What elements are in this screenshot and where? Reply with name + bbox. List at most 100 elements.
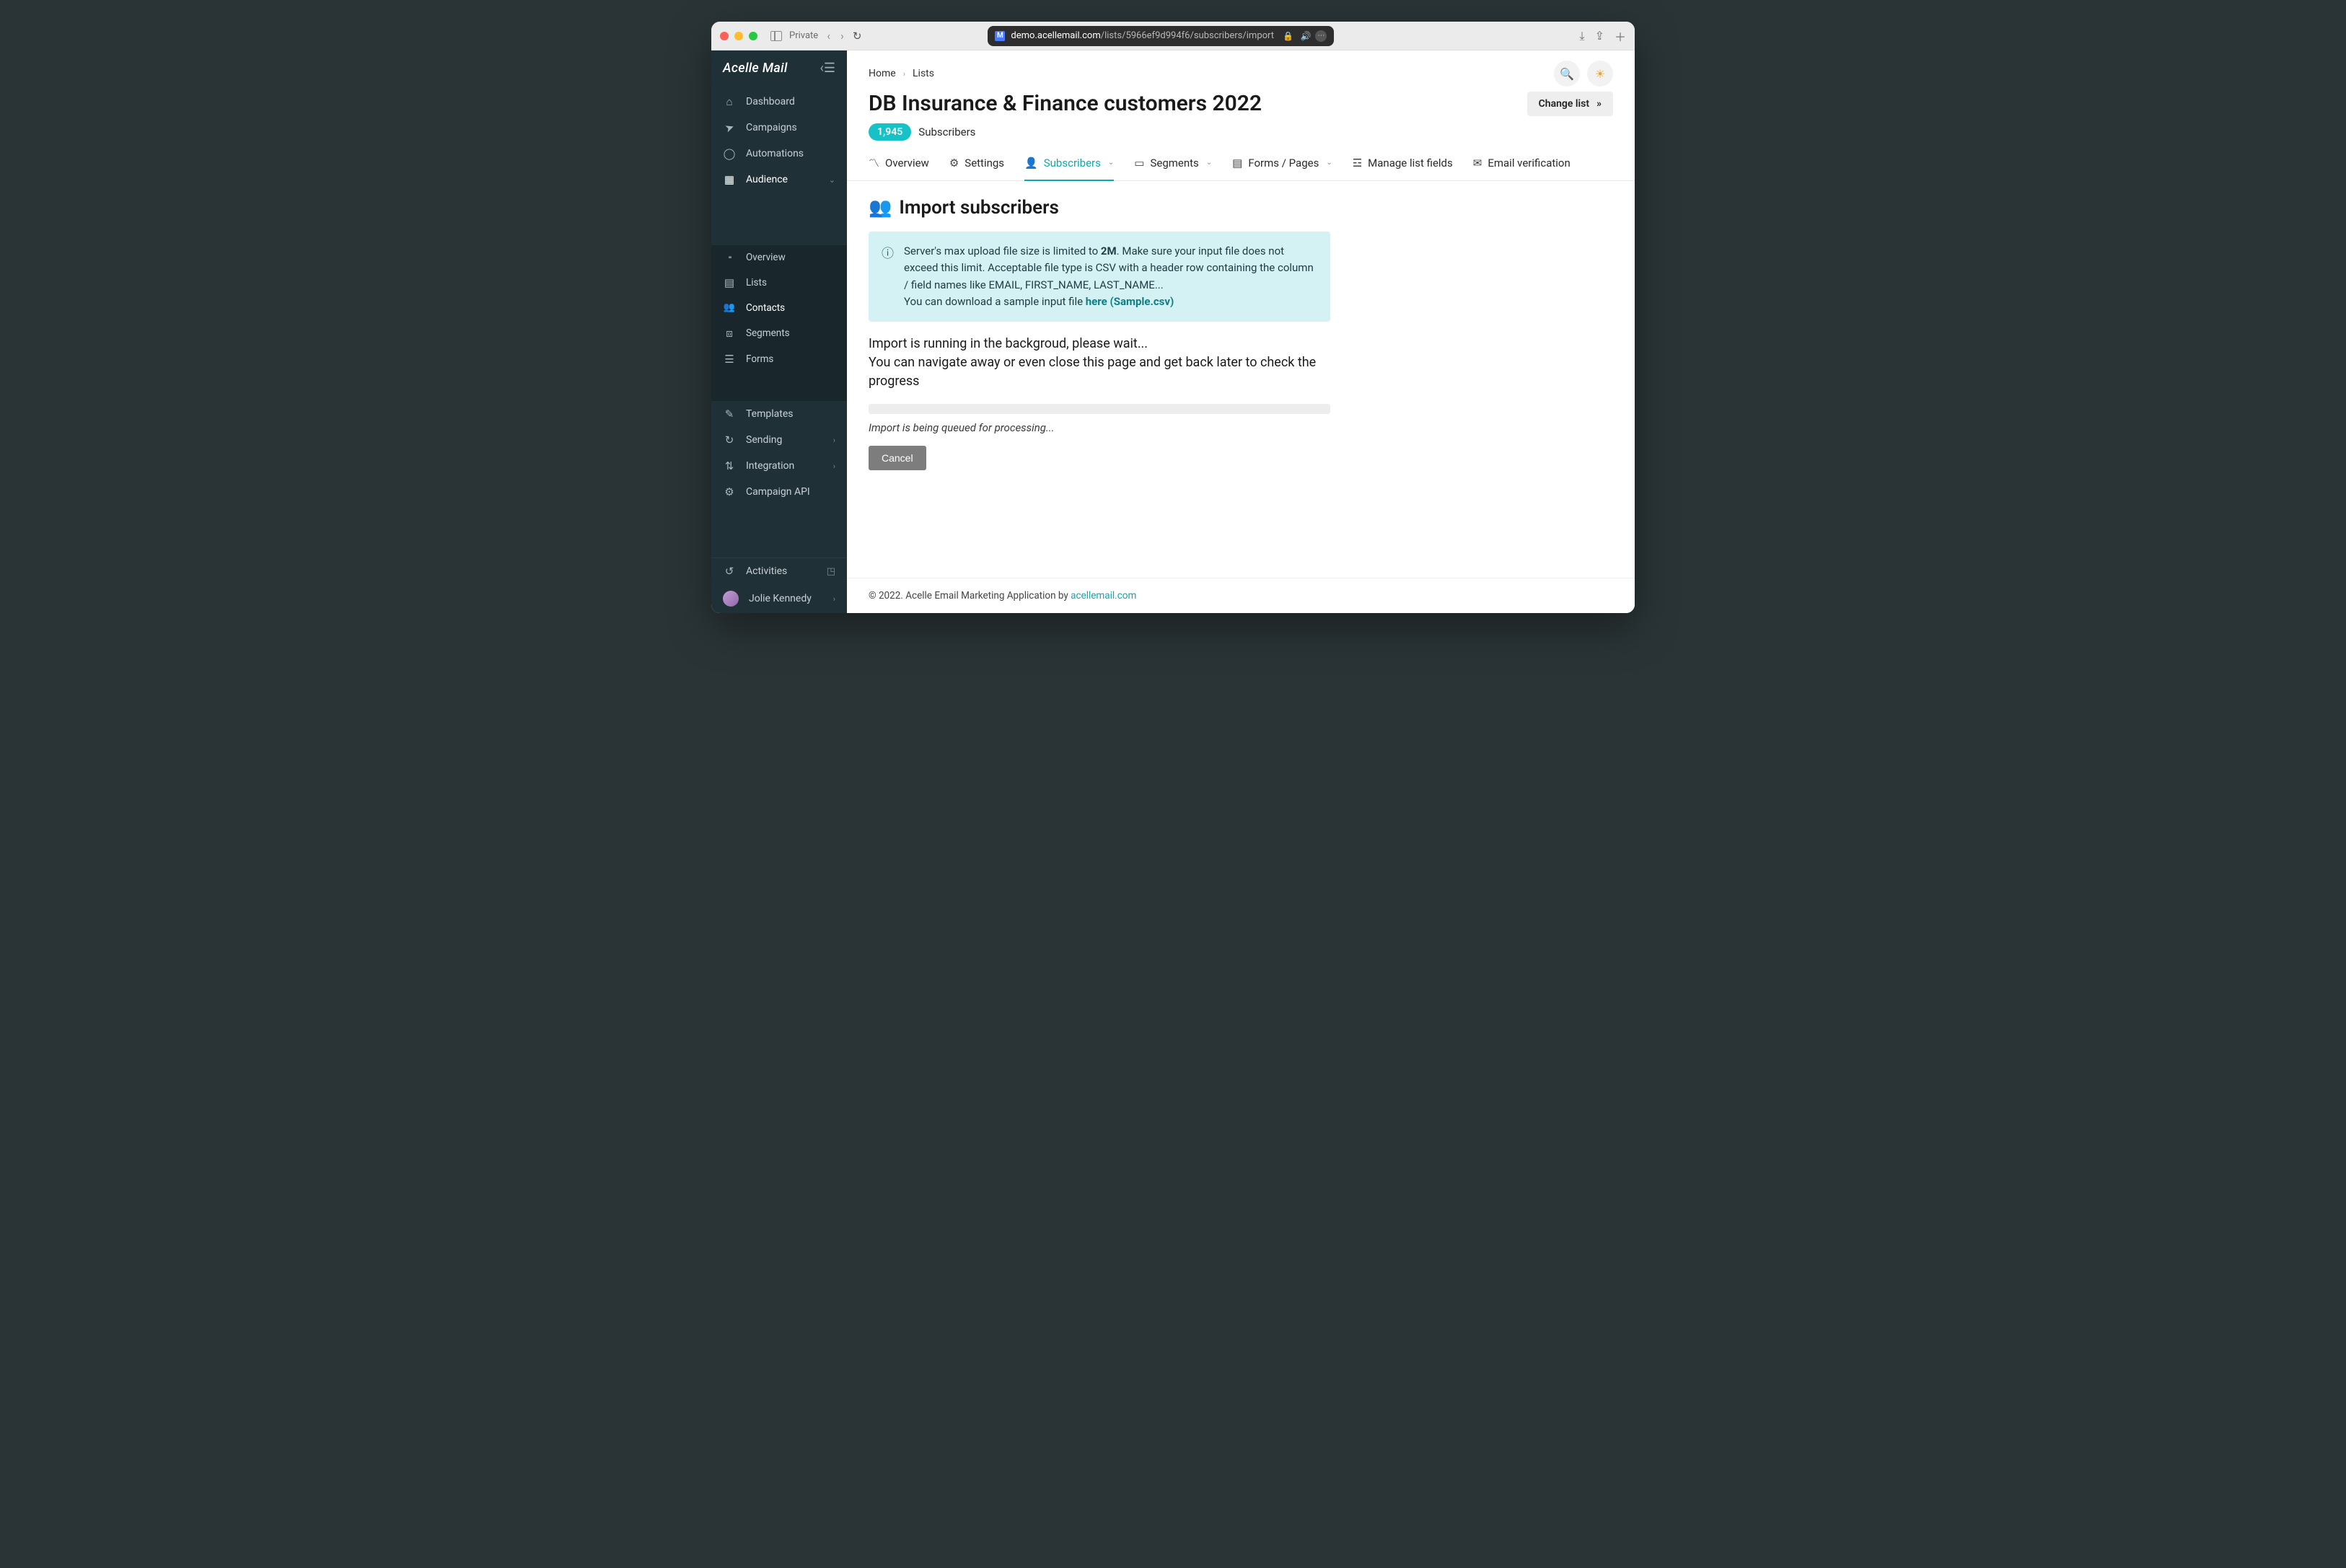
subscriber-label: Subscribers — [918, 125, 975, 138]
tab-overview[interactable]: 〽 Overview — [869, 155, 929, 180]
sidebar-sub-segments[interactable]: Segments — [711, 320, 847, 346]
integration-icon — [723, 459, 736, 472]
theme-toggle[interactable]: ☀ — [1587, 61, 1613, 87]
sidebar-item-campaigns[interactable]: Campaigns — [711, 115, 847, 141]
browser-toolbar: Private ‹ › ↻ M demo.acellemail.com/list… — [711, 22, 1635, 50]
person-icon: 👤 — [1024, 157, 1038, 169]
progress-bar — [869, 404, 1330, 414]
list-icon — [723, 276, 736, 289]
sun-icon: ☀ — [1595, 67, 1605, 81]
sidebar-toggle-icon[interactable] — [770, 31, 782, 41]
share-icon[interactable]: ⇪ — [1595, 29, 1604, 43]
gear-icon: ⚙ — [949, 157, 959, 169]
list-tabs: 〽 Overview ⚙ Settings 👤 Subscribers ⌄ ▭ … — [847, 141, 1635, 181]
sidebar-item-automations[interactable]: Automations — [711, 141, 847, 167]
group-icon: 👥 — [869, 197, 892, 219]
chart-icon — [723, 252, 736, 263]
activities-icon — [723, 565, 736, 578]
brand-header: Acelle Mail ‹☰ — [711, 50, 847, 89]
forms-icon: ▤ — [1232, 157, 1242, 169]
api-icon — [723, 485, 736, 498]
tab-email-verification[interactable]: ✉ Email verification — [1473, 155, 1570, 180]
external-link-icon: ◳ — [827, 566, 835, 577]
contacts-icon — [723, 302, 736, 313]
chevron-down-icon: ⌄ — [829, 175, 835, 185]
mail-check-icon: ✉ — [1473, 157, 1482, 169]
home-icon — [723, 95, 736, 108]
tab-settings[interactable]: ⚙ Settings — [949, 155, 1004, 180]
window-controls — [720, 32, 757, 40]
sidebar: Acelle Mail ‹☰ Dashboard Campaigns Autom… — [711, 50, 847, 613]
minimize-window-icon[interactable] — [734, 32, 743, 40]
reload-button[interactable]: ↻ — [853, 30, 862, 43]
address-bar[interactable]: M demo.acellemail.com/lists/5966ef9d994f… — [988, 26, 1334, 46]
chevron-right-icon: › — [833, 594, 835, 604]
send-icon — [723, 121, 736, 134]
chevron-down-icon: ⌄ — [1108, 159, 1114, 167]
info-box: ⓘ Server's max upload file size is limit… — [869, 232, 1330, 322]
chevron-right-icon: › — [833, 462, 835, 471]
footer-link[interactable]: acellemail.com — [1071, 590, 1136, 602]
forward-button[interactable]: › — [839, 29, 845, 43]
sidebar-footer: Activities ◳ Jolie Kennedy › — [711, 558, 847, 613]
sidebar-sub-lists[interactable]: Lists — [711, 270, 847, 296]
tab-segments[interactable]: ▭ Segments ⌄ — [1134, 155, 1212, 180]
breadcrumb-lists[interactable]: Lists — [913, 68, 934, 79]
page-footer: © 2022. Acelle Email Marketing Applicati… — [847, 578, 1635, 613]
favicon-icon: M — [995, 31, 1005, 41]
lock-icon: 🔒 — [1283, 31, 1293, 41]
tab-forms-pages[interactable]: ▤ Forms / Pages ⌄ — [1232, 155, 1332, 180]
main-content: Home › Lists 🔍 ☀ DB Insurance & Finance … — [847, 50, 1635, 613]
audience-icon — [723, 173, 736, 186]
sidebar-item-dashboard[interactable]: Dashboard — [711, 89, 847, 115]
sidebar-activities[interactable]: Activities ◳ — [711, 558, 847, 584]
overview-icon: 〽 — [869, 155, 879, 170]
breadcrumb-home[interactable]: Home — [869, 68, 896, 79]
downloads-icon[interactable]: ⤓ — [1579, 29, 1584, 43]
segments-icon — [723, 327, 736, 340]
sidebar-sub-overview[interactable]: Overview — [711, 245, 847, 270]
forms-icon — [723, 353, 736, 366]
audio-icon[interactable]: 🔊 — [1300, 31, 1311, 41]
search-icon: 🔍 — [1560, 67, 1574, 81]
page-title: DB Insurance & Finance customers 2022 — [869, 91, 1262, 116]
breadcrumb-separator: › — [903, 69, 905, 79]
search-button[interactable]: 🔍 — [1554, 61, 1580, 87]
close-window-icon[interactable] — [720, 32, 729, 40]
sidebar-sub-contacts[interactable]: Contacts — [711, 296, 847, 320]
brand-logo: Acelle Mail — [723, 61, 788, 76]
tab-manage-fields[interactable]: ☲ Manage list fields — [1353, 155, 1453, 180]
sidebar-item-sending[interactable]: Sending › — [711, 427, 847, 453]
section-heading: 👥 Import subscribers — [869, 197, 1503, 219]
sidebar-item-campaign-api[interactable]: Campaign API — [711, 479, 847, 505]
chevron-right-double-icon: » — [1596, 98, 1602, 110]
sample-csv-link[interactable]: here (Sample.csv) — [1086, 295, 1174, 308]
new-tab-icon[interactable]: ＋ — [1614, 27, 1626, 45]
collapse-sidebar-icon[interactable]: ‹☰ — [820, 61, 835, 76]
site-options-icon[interactable]: ⋯ — [1315, 30, 1327, 42]
sidebar-audience-submenu: Overview Lists Contacts Segments Forms — [711, 245, 847, 402]
chevron-down-icon: ⌄ — [1326, 159, 1332, 167]
cancel-button[interactable]: Cancel — [869, 446, 926, 470]
sidebar-item-templates[interactable]: Templates — [711, 401, 847, 427]
sidebar-item-audience[interactable]: Audience ⌄ — [711, 167, 847, 193]
chevron-right-icon: › — [833, 436, 835, 445]
subscriber-count-badge: 1,945 — [869, 123, 911, 141]
sidebar-user[interactable]: Jolie Kennedy › — [711, 584, 847, 613]
import-status: Import is running in the backgroud, plea… — [869, 335, 1330, 391]
private-mode-label: Private — [789, 30, 818, 41]
breadcrumb: Home › Lists — [869, 68, 934, 79]
maximize-window-icon[interactable] — [749, 32, 757, 40]
top-bar: Home › Lists 🔍 ☀ — [847, 50, 1635, 87]
back-button[interactable]: ‹ — [825, 29, 832, 43]
segments-icon: ▭ — [1134, 157, 1144, 169]
sidebar-sub-forms[interactable]: Forms — [711, 346, 847, 372]
url-path: /lists/5966ef9d994f6/subscribers/import — [1101, 30, 1274, 41]
sending-icon — [723, 433, 736, 446]
change-list-button[interactable]: Change list » — [1527, 92, 1613, 116]
sidebar-item-integration[interactable]: Integration › — [711, 453, 847, 479]
tab-subscribers[interactable]: 👤 Subscribers ⌄ — [1024, 155, 1114, 180]
queue-message: Import is being queued for processing... — [869, 421, 1503, 434]
sidebar-nav: Dashboard Campaigns Automations Audience… — [711, 89, 847, 245]
avatar-icon — [723, 591, 739, 607]
